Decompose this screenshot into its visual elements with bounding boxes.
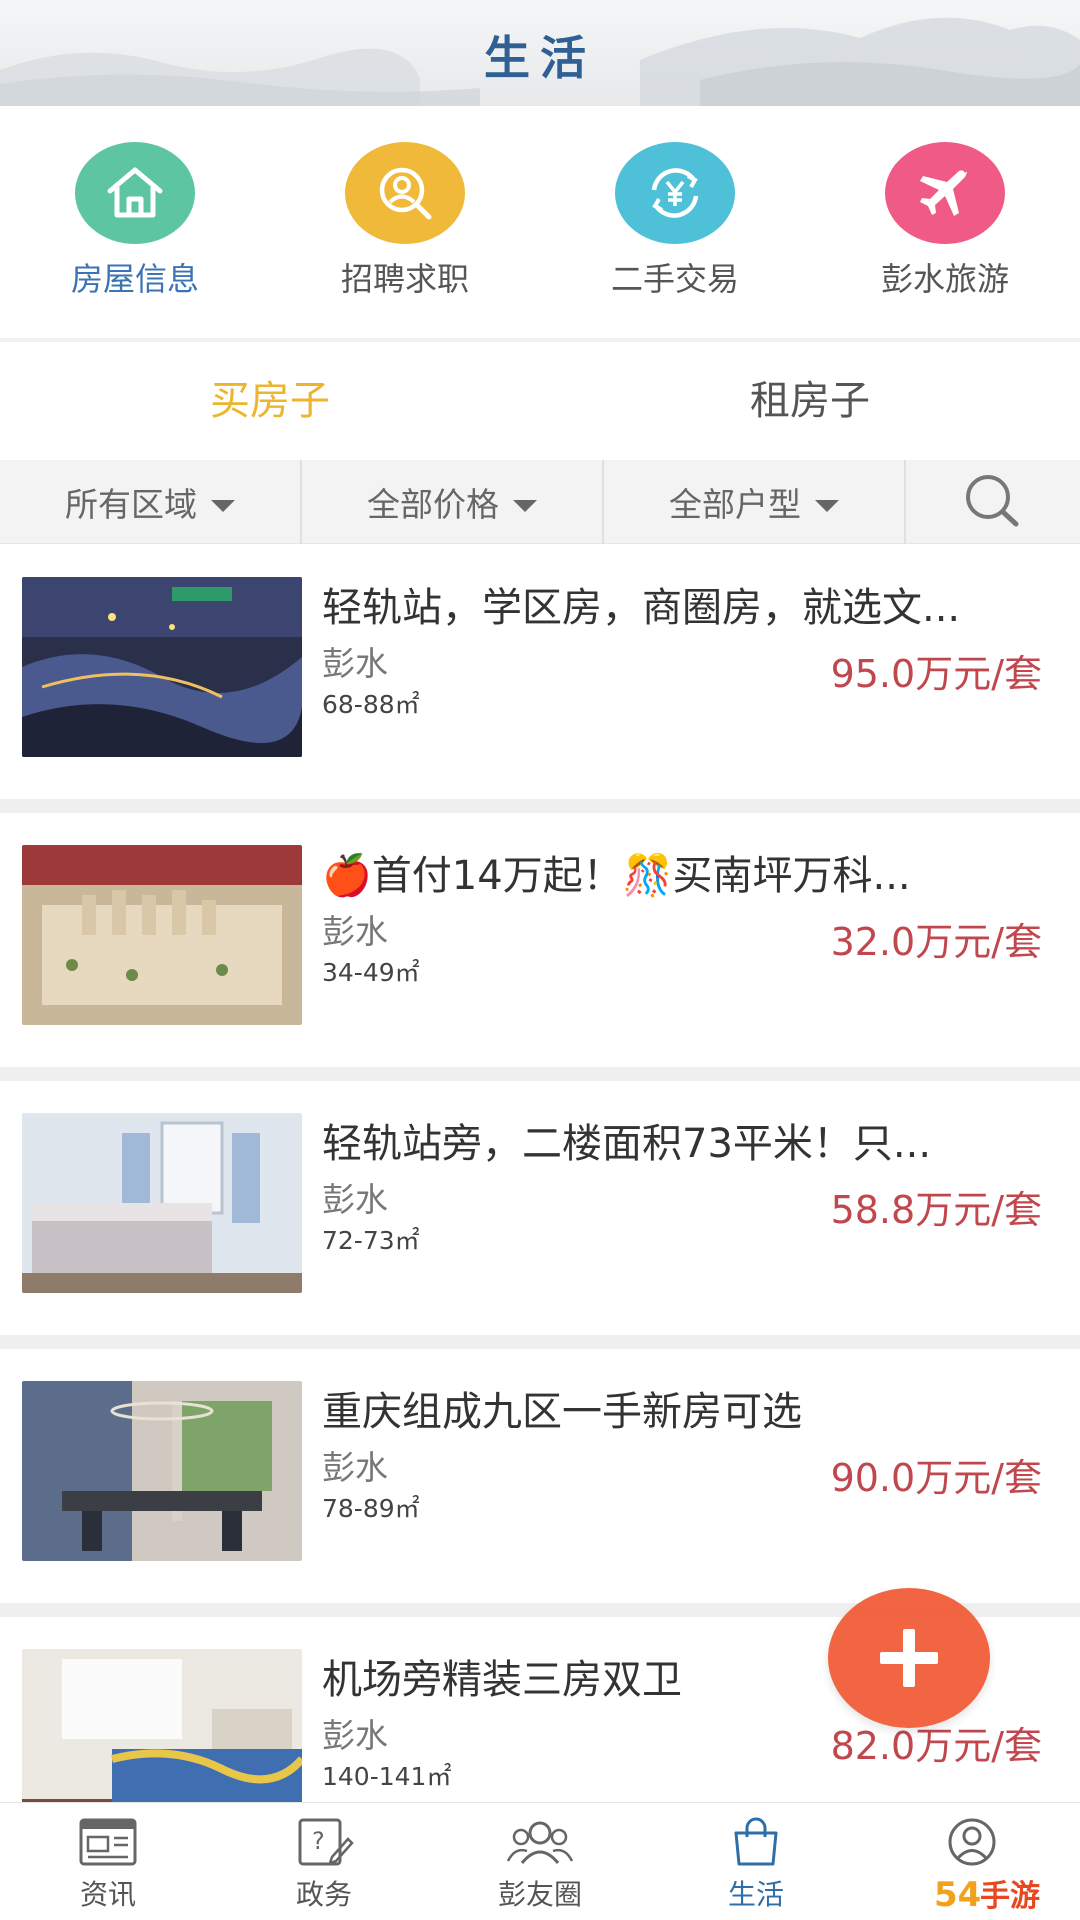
category-travel[interactable]: 彭水旅游: [810, 106, 1080, 338]
svg-text:?: ?: [312, 1827, 325, 1855]
listing-price: 95.0万元/套: [830, 652, 1042, 696]
person-search-icon: [345, 142, 465, 244]
listing-location: 彭水: [322, 1448, 388, 1487]
nav-friends-circle[interactable]: 彭友圈: [432, 1803, 648, 1920]
listing-location: 彭水: [322, 1716, 388, 1755]
plus-icon: [880, 1629, 938, 1687]
category-label: 二手交易: [610, 260, 739, 298]
site-watermark-logo: 54 手游: [928, 1872, 1078, 1916]
house-icon: [75, 142, 195, 244]
divider: [0, 799, 1080, 813]
listing-area: 140-141㎡: [322, 1762, 452, 1791]
bottom-navigation: 资讯 ? 政务 彭友圈 生活: [0, 1802, 1080, 1920]
category-house-info[interactable]: 房屋信息: [0, 106, 270, 338]
search-button[interactable]: [906, 460, 1080, 543]
news-icon: [79, 1818, 137, 1866]
nav-label: 生活: [727, 1878, 784, 1911]
tab-rent-house[interactable]: 租房子: [540, 342, 1080, 460]
svg-text:手游: 手游: [980, 1879, 1040, 1914]
listing-area: 72-73㎡: [322, 1226, 420, 1255]
listing-photo-sand-table-model: [22, 845, 302, 1025]
chevron-down-icon: [513, 500, 537, 512]
nav-label: 彭友圈: [497, 1878, 582, 1911]
category-grid: 房屋信息 招聘求职 二手交易 彭水旅游: [0, 106, 1080, 338]
price-filter[interactable]: 全部价格: [302, 460, 604, 544]
filter-bar: 所有区域 全部价格 全部户型: [0, 460, 1080, 544]
chevron-down-icon: [211, 500, 235, 512]
region-filter-label: 所有区域: [65, 485, 197, 524]
chevron-down-icon: [815, 500, 839, 512]
profile-icon: [948, 1818, 996, 1866]
tab-buy-house[interactable]: 买房子: [0, 342, 540, 460]
list-item[interactable]: 轻轨站，学区房，商圈房，就选文... 彭水 68-88㎡ 95.0万元/套: [0, 545, 1080, 799]
list-item[interactable]: 重庆组成九区一手新房可选 彭水 78-89㎡ 90.0万元/套: [0, 1349, 1080, 1603]
listing-price: 32.0万元/套: [830, 920, 1042, 964]
category-label: 彭水旅游: [880, 260, 1009, 298]
listing-area: 34-49㎡: [322, 958, 420, 987]
listing-price: 58.8万元/套: [830, 1188, 1042, 1232]
shopping-bag-icon: [734, 1817, 778, 1866]
listing-location: 彭水: [322, 644, 388, 683]
listing-photo-night-city: [22, 577, 302, 757]
category-label: 房屋信息: [70, 260, 199, 298]
nav-label: 资讯: [79, 1878, 136, 1911]
app-header: 生活: [0, 0, 1080, 106]
nav-government[interactable]: ? 政务: [216, 1803, 432, 1920]
listing-area: 68-88㎡: [322, 690, 420, 719]
listing-title: 轻轨站旁，二楼面积73平米！只...: [322, 1121, 932, 1167]
nav-label: 政务: [295, 1878, 352, 1911]
add-listing-button[interactable]: [828, 1588, 990, 1728]
nav-life[interactable]: 生活: [648, 1803, 864, 1920]
layout-filter-label: 全部户型: [669, 485, 801, 524]
listing-area: 78-89㎡: [322, 1494, 420, 1523]
yuan-exchange-icon: [615, 142, 735, 244]
listing-title: 轻轨站，学区房，商圈房，就选文...: [322, 585, 961, 631]
listing-photo-dining-room: [22, 1381, 302, 1561]
layout-filter[interactable]: 全部户型: [604, 460, 906, 544]
category-label: 招聘求职: [340, 260, 469, 298]
listing-title: 重庆组成九区一手新房可选: [322, 1389, 802, 1435]
category-jobs[interactable]: 招聘求职: [270, 106, 540, 338]
list-item[interactable]: 轻轨站旁，二楼面积73平米！只... 彭水 72-73㎡ 58.8万元/套: [0, 1081, 1080, 1335]
airplane-icon: [885, 142, 1005, 244]
government-icon: ?: [298, 1818, 354, 1866]
divider: [0, 1335, 1080, 1349]
nav-news[interactable]: 资讯: [0, 1803, 216, 1920]
price-filter-label: 全部价格: [367, 485, 499, 524]
listing-photo-bedroom: [22, 1113, 302, 1293]
region-filter[interactable]: 所有区域: [0, 460, 302, 544]
listing-location: 彭水: [322, 912, 388, 951]
listing-title: 🍎首付14万起！🎊买南坪万科...: [322, 853, 911, 899]
svg-text:54: 54: [934, 1875, 981, 1915]
page-title: 生活: [484, 31, 596, 85]
category-second-hand[interactable]: 二手交易: [540, 106, 810, 338]
divider: [0, 1067, 1080, 1081]
friends-icon: [506, 1821, 574, 1864]
list-item[interactable]: 🍎首付14万起！🎊买南坪万科... 彭水 34-49㎡ 32.0万元/套: [0, 813, 1080, 1067]
search-icon: [966, 474, 1019, 526]
listing-price: 90.0万元/套: [830, 1456, 1042, 1500]
listing-tabs: 买房子 租房子: [0, 342, 1080, 460]
listing-location: 彭水: [322, 1180, 388, 1219]
